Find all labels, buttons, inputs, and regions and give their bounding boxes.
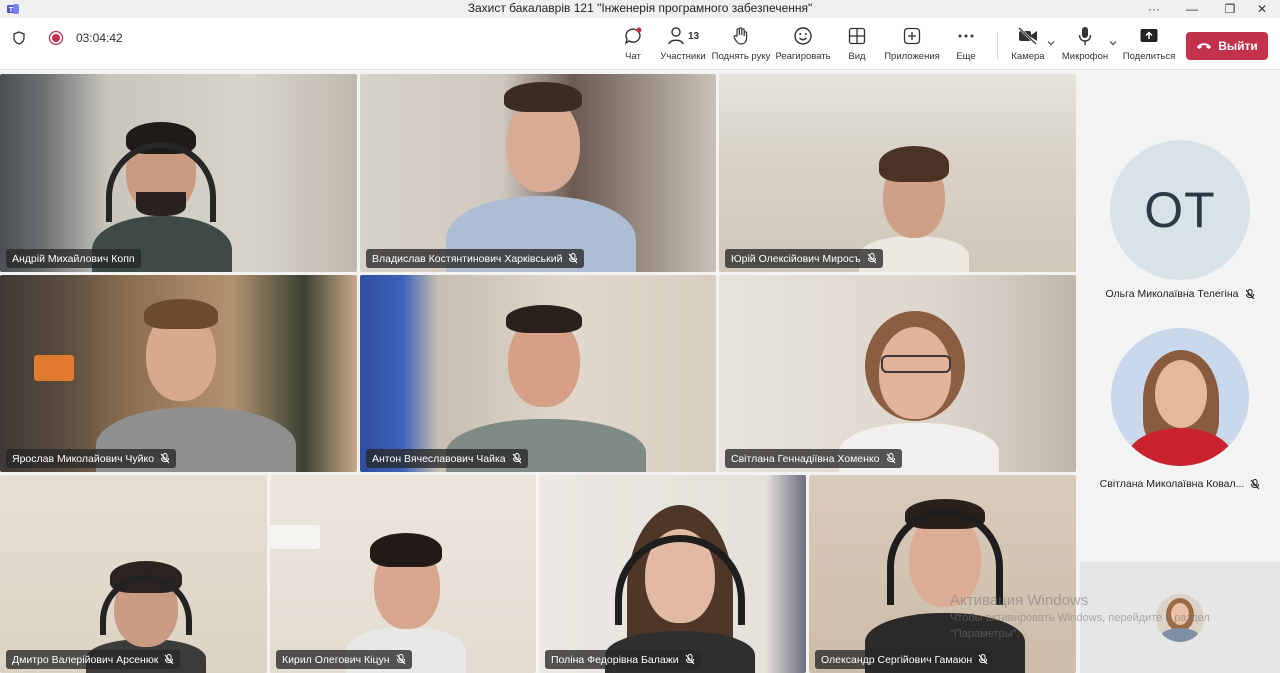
leave-label: Выйти <box>1218 39 1258 53</box>
share-screen-icon <box>1140 29 1158 42</box>
video-tile[interactable]: Ярослав Миколайович Чуйко <box>0 275 357 472</box>
participant-name-tag: Ярослав Миколайович Чуйко <box>6 449 177 468</box>
self-avatar <box>1156 594 1204 642</box>
side-participants-panel: ОТ Ольга Миколаївна Телегіна Світлана Ми… <box>1080 72 1280 673</box>
video-tile[interactable]: Владислав Костянтинович Харківський <box>360 74 716 272</box>
mic-options-chevron-down-icon[interactable] <box>1108 38 1118 48</box>
participant-video <box>839 311 999 472</box>
video-tile[interactable]: Світлана Геннадіївна Хоменко <box>719 275 1076 472</box>
mic-off-icon <box>164 654 174 665</box>
phone-hangup-icon <box>1197 43 1212 49</box>
participant-avatar[interactable]: ОТ <box>1110 140 1250 280</box>
window-more-button[interactable]: ··· <box>1136 0 1172 18</box>
video-tile[interactable]: Юрій Олексійович Миросъ <box>719 74 1076 272</box>
participant-name-tag: Юрій Олексійович Миросъ <box>725 249 883 268</box>
participant-name-tag: Світлана Геннадіївна Хоменко <box>725 449 902 468</box>
self-view-tile[interactable] <box>1080 562 1280 673</box>
mic-off-icon <box>396 654 405 665</box>
participant-video <box>446 80 636 272</box>
participant-name-tag: Андрій Михайлович Копп <box>6 249 141 268</box>
participant-name-tag: Поліна Федорівна Балажи <box>545 650 701 669</box>
more-dots-icon <box>958 34 974 38</box>
video-tile[interactable]: Дмитро Валерійович Арсенюк <box>0 475 267 673</box>
camera-off-icon <box>1018 27 1037 45</box>
participant-name-tag: Владислав Костянтинович Харківський <box>366 249 585 268</box>
side-participant-name: Ольга Миколаївна Телегіна <box>1080 288 1280 300</box>
meeting-timer: 03:04:42 <box>76 31 123 45</box>
meeting-toolbar: 03:04:42 Чат 13 Участники Поднять руку Р… <box>0 18 1280 70</box>
shield-icon[interactable] <box>12 31 26 45</box>
smile-icon <box>794 27 812 45</box>
raise-hand-button[interactable]: Поднять руку <box>712 24 770 68</box>
mic-off-icon <box>512 453 522 464</box>
mic-off-icon <box>886 453 895 464</box>
more-button[interactable]: Еще <box>954 24 978 68</box>
people-icon <box>668 27 684 45</box>
microphone-button[interactable]: Микрофон <box>1062 24 1108 68</box>
video-tile[interactable]: Андрій Михайлович Копп <box>0 74 357 272</box>
microphone-icon <box>1078 27 1092 45</box>
mic-off-icon <box>867 253 876 264</box>
view-button[interactable]: Вид <box>844 24 870 68</box>
camera-options-chevron-down-icon[interactable] <box>1046 38 1056 48</box>
participant-video <box>595 505 765 673</box>
recording-icon <box>48 30 64 46</box>
react-button[interactable]: Реагировать <box>775 24 831 68</box>
video-tile[interactable]: Антон Вячеславович Чайка <box>360 275 716 472</box>
participant-name-tag: Дмитро Валерійович Арсенюк <box>6 650 181 669</box>
participant-name-tag: Кирил Олегович Кіцун <box>276 650 412 669</box>
share-button[interactable]: Поделиться <box>1122 24 1176 68</box>
apps-button[interactable]: Приложения <box>884 24 940 68</box>
video-tile[interactable]: Поліна Федорівна Балажи <box>539 475 806 673</box>
participant-avatar[interactable] <box>1111 328 1249 466</box>
participant-name-tag: Антон Вячеславович Чайка <box>366 449 528 468</box>
chat-button[interactable]: Чат <box>618 24 648 68</box>
participant-video <box>96 297 296 472</box>
participant-video <box>446 301 646 472</box>
hand-icon <box>733 27 748 45</box>
window-title: Захист бакалаврів 121 "Інженерія програм… <box>467 1 813 15</box>
video-tile[interactable]: Кирил Олегович Кіцун <box>270 475 536 673</box>
mic-off-icon <box>160 453 170 464</box>
close-button[interactable]: ✕ <box>1244 0 1280 18</box>
mic-off-icon <box>1250 478 1260 489</box>
camera-button[interactable]: Камера <box>1010 24 1046 68</box>
mic-off-icon <box>978 654 988 665</box>
toolbar-separator <box>997 32 998 60</box>
participants-button[interactable]: 13 Участники <box>660 24 706 68</box>
leave-meeting-button[interactable]: Выйти <box>1186 32 1268 60</box>
video-tile[interactable]: Олександр Сергійович Гамаюн <box>809 475 1076 673</box>
minimize-button[interactable]: — <box>1174 0 1210 18</box>
plus-box-icon <box>903 27 921 45</box>
mic-off-icon <box>569 253 578 264</box>
grid-icon <box>848 27 866 45</box>
participants-count: 13 <box>687 30 700 42</box>
side-participant-name: Світлана Миколаївна Ковал... <box>1080 478 1280 490</box>
mic-off-icon <box>685 654 694 665</box>
participant-name-tag: Олександр Сергійович Гамаюн <box>815 650 995 669</box>
video-grid: Андрій Михайлович Копп Владислав Костянт… <box>0 72 1080 673</box>
restore-button[interactable]: ❐ <box>1212 0 1248 18</box>
participant-video <box>865 495 1025 673</box>
window-title-bar: T Захист бакалаврів 121 "Інженерія прогр… <box>0 0 1280 18</box>
chat-icon <box>624 27 642 45</box>
mic-off-icon <box>1245 288 1254 299</box>
